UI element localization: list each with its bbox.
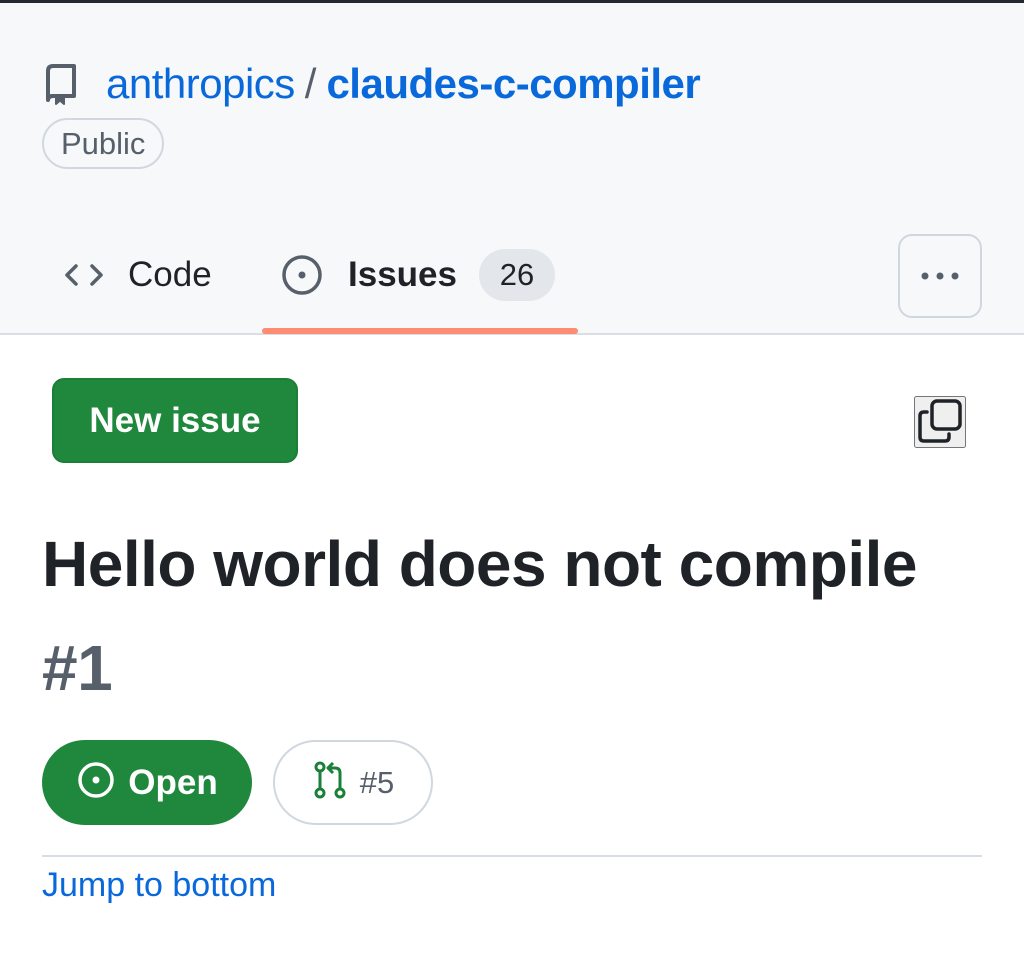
jump-to-bottom-link[interactable]: Jump to bottom	[42, 866, 276, 905]
repo-name-link[interactable]: claudes-c-compiler	[326, 60, 700, 108]
repo-icon	[44, 64, 80, 105]
divider	[42, 855, 982, 857]
new-issue-button[interactable]: New issue	[52, 378, 298, 463]
linked-pr-number: #5	[359, 764, 395, 800]
tab-issues-label: Issues	[348, 255, 457, 294]
kebab-horizontal-icon	[918, 269, 962, 284]
issues-counter: 26	[478, 249, 555, 301]
code-icon	[62, 260, 106, 290]
repo-separator: /	[304, 60, 317, 107]
linked-pr-badge[interactable]: #5	[273, 740, 433, 825]
repo-owner-link[interactable]: anthropics	[106, 60, 295, 108]
repo-header: anthropics / claudes-c-compiler Public C…	[0, 3, 1024, 335]
issue-opened-icon	[76, 760, 116, 805]
repo-breadcrumb: anthropics / claudes-c-compiler	[44, 59, 701, 109]
issue-state-badge: Open	[42, 740, 252, 825]
copy-icon	[917, 398, 963, 447]
issue-title-text: Hello world does not compile	[42, 528, 917, 600]
issue-state-label: Open	[128, 762, 218, 802]
issue-opened-icon	[280, 253, 324, 297]
git-pull-request-icon	[312, 760, 348, 805]
more-button[interactable]	[898, 234, 982, 318]
tab-issues[interactable]: Issues 26	[280, 245, 555, 305]
copy-button[interactable]	[914, 396, 966, 448]
selected-tab-indicator	[262, 328, 578, 334]
issue-title: Hello world does not compile #1	[42, 512, 982, 720]
tab-code[interactable]: Code	[62, 245, 212, 305]
issue-number: #1	[42, 632, 113, 704]
tab-code-label: Code	[128, 255, 212, 294]
visibility-badge: Public	[42, 118, 165, 169]
